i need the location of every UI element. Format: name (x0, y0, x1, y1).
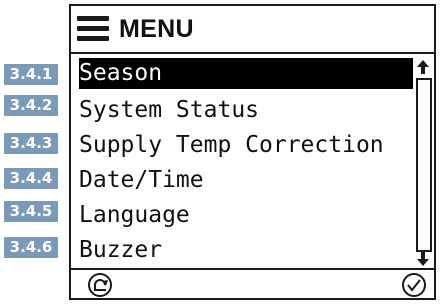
step-label-3-4-1: 3.4.1 (4, 64, 58, 85)
hamburger-menu-icon[interactable] (77, 16, 109, 42)
arrow-up-icon[interactable] (416, 60, 430, 74)
menu-item-language[interactable]: Language (79, 200, 413, 231)
step-label-3-4-6: 3.4.6 (4, 237, 58, 258)
menu-item-supply-temp-correction[interactable]: Supply Temp Correction (79, 130, 413, 161)
scroll-track[interactable] (416, 78, 432, 252)
menu-item-season[interactable]: Season (79, 58, 413, 89)
menu-item-system-status[interactable]: System Status (79, 95, 413, 126)
arrow-down-icon[interactable] (416, 252, 430, 266)
device-screen: MENU Season System Status Supply Temp Co… (69, 4, 436, 300)
step-label-3-4-4: 3.4.4 (4, 168, 58, 189)
menu-item-date-time[interactable]: Date/Time (79, 165, 413, 196)
menu-list: Season System Status Supply Temp Correct… (79, 58, 413, 266)
step-label-3-4-5: 3.4.5 (4, 201, 58, 222)
screen-header: MENU (71, 6, 434, 54)
page-title: MENU (119, 15, 194, 43)
menu-item-buzzer[interactable]: Buzzer (79, 235, 413, 266)
page: 3.4.1 3.4.2 3.4.3 3.4.4 3.4.5 3.4.6 MENU… (0, 0, 440, 306)
screen-footer (71, 268, 434, 298)
back-icon[interactable] (87, 272, 113, 298)
checkmark-icon[interactable] (401, 272, 427, 298)
step-label-column: 3.4.1 3.4.2 3.4.3 3.4.4 3.4.5 3.4.6 (4, 0, 62, 306)
scrollbar[interactable] (414, 60, 432, 266)
step-label-3-4-3: 3.4.3 (4, 133, 58, 154)
step-label-3-4-2: 3.4.2 (4, 95, 58, 116)
